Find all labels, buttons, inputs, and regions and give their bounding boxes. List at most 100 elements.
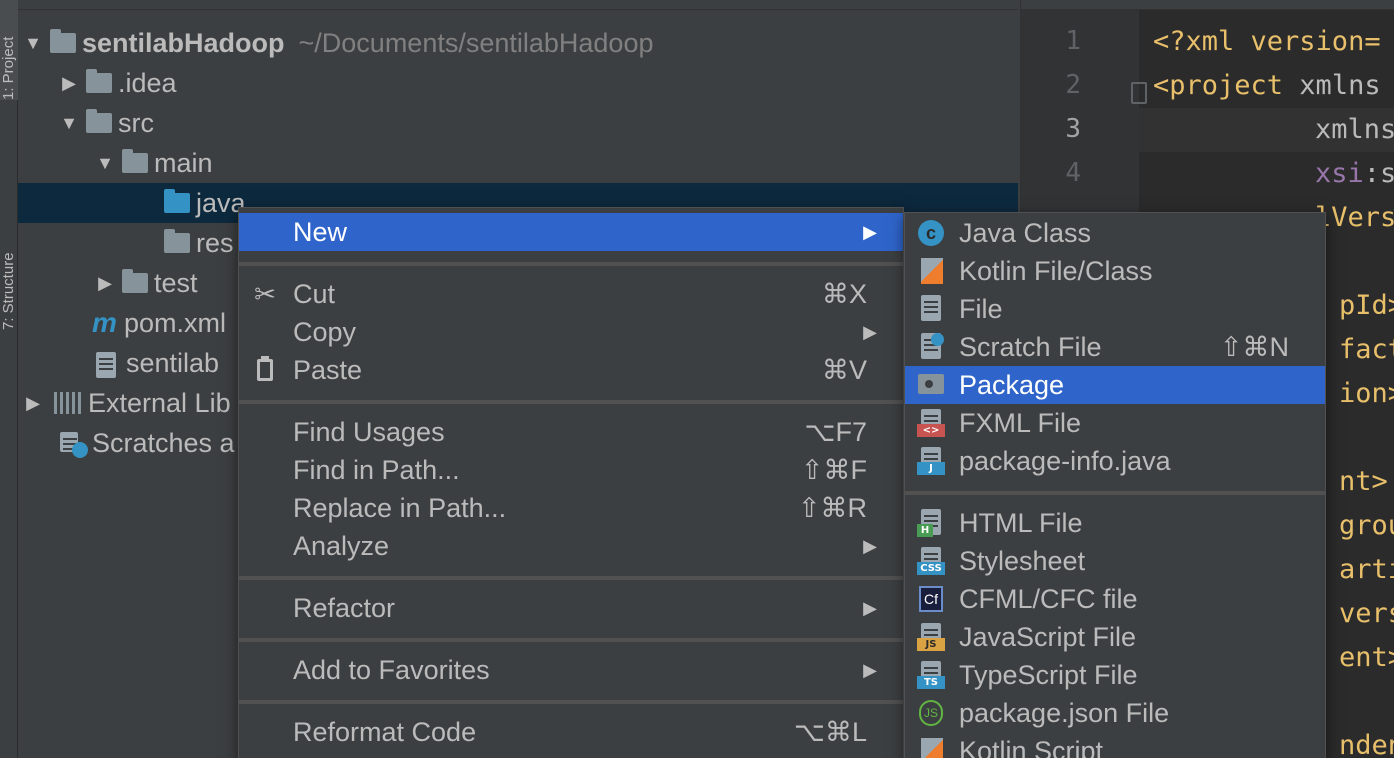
code-line: xsi:s [1315,158,1394,189]
submenu-arrow-icon: ▶ [863,535,877,556]
structure-tool-tab[interactable]: 7: Structure [0,160,18,330]
collapse-arrow-icon[interactable]: ▶ [58,73,80,94]
menu-separator [239,576,903,580]
folder-icon [122,149,148,174]
menu-item-paste[interactable]: Paste ⌘V [239,351,903,389]
submenu-item-cfml-file[interactable]: Cf CFML/CFC file [905,580,1325,618]
tree-row-src[interactable]: ▼ src [18,103,1018,143]
menu-separator [905,491,1325,495]
shortcut-label: ⌥⌘L [793,716,867,747]
fold-marker-icon[interactable] [1131,82,1147,104]
tree-row-main[interactable]: ▼ main [18,143,1018,183]
line-number: 4 [1065,158,1081,188]
folder-icon [122,269,148,294]
shortcut-label: ⇧⌘N [1219,331,1289,362]
code-line: xmlns [1315,114,1394,145]
context-menu: New ▶ ✂ Cut ⌘X Copy ▶ Paste ⌘V Find Usag… [238,207,904,758]
tree-label: .idea [118,67,177,98]
tool-window-strip: 1: Project 7: Structure [0,0,18,758]
menu-item-copy[interactable]: Copy ▶ [239,313,903,351]
code-line: <project xmlns [1153,70,1381,101]
collapse-arrow-icon[interactable]: ▶ [22,393,44,414]
code-line: ndenc [1339,730,1394,758]
resources-folder-icon [164,229,190,254]
project-path: ~/Documents/sentilabHadoop [298,27,654,58]
menu-item-find-usages[interactable]: Find Usages ⌥F7 [239,413,903,451]
submenu-arrow-icon: ▶ [863,221,877,242]
menu-item-replace-in-path[interactable]: Replace in Path... ⇧⌘R [239,489,903,527]
submenu-item-package[interactable]: Package [905,366,1325,404]
menu-item-add-to-favorites[interactable]: Add to Favorites ▶ [239,651,903,689]
code-line: group [1339,510,1394,541]
menu-item-analyze[interactable]: Analyze ▶ [239,527,903,565]
submenu-arrow-icon: ▶ [863,659,877,680]
module-file-icon [94,352,120,378]
file-icon [917,295,945,323]
project-tool-tab[interactable]: 1: Project [0,0,18,100]
collapse-arrow-icon[interactable]: ▶ [94,273,116,294]
scissors-icon: ✂ [254,279,276,309]
submenu-item-stylesheet[interactable]: CSS Stylesheet [905,542,1325,580]
code-line: versi [1339,598,1394,629]
tree-label: sentilab [126,347,220,378]
editor-tab-bar[interactable] [1021,0,1394,10]
submenu-item-html-file[interactable]: H HTML File [905,504,1325,542]
menu-item-reformat-code[interactable]: Reformat Code ⌥⌘L [239,713,903,751]
typescript-file-icon: TS [917,661,945,689]
shortcut-label: ⇧⌘R [797,492,867,523]
tree-label: src [118,107,154,138]
folder-icon [86,109,112,134]
expand-arrow-icon[interactable]: ▼ [22,33,44,54]
tree-row-project-root[interactable]: ▼ sentilabHadoop ~/Documents/sentilabHad… [18,23,1018,63]
expand-arrow-icon[interactable]: ▼ [58,113,80,134]
menu-item-new[interactable]: New ▶ [239,213,903,251]
menu-item-find-in-path[interactable]: Find in Path... ⇧⌘F [239,451,903,489]
shortcut-label: ⌘V [821,354,867,385]
submenu-item-java-class[interactable]: c Java Class [905,214,1325,252]
line-number: 1 [1065,26,1081,56]
menu-item-refactor[interactable]: Refactor ▶ [239,589,903,627]
code-line: <?xml version= [1153,26,1381,57]
code-line: artif [1339,554,1394,585]
project-panel-header [18,0,1018,10]
line-number: 2 [1065,70,1081,100]
cfml-file-icon: Cf [917,585,945,613]
expand-arrow-icon[interactable]: ▼ [94,153,116,174]
submenu-arrow-icon: ▶ [863,597,877,618]
submenu-item-package-info[interactable]: J package-info.java [905,442,1325,480]
html-file-icon: H [917,509,945,537]
submenu-item-file[interactable]: File [905,290,1325,328]
libraries-icon [54,392,82,414]
submenu-item-kotlin-script[interactable]: Kotlin Script [905,732,1325,758]
code-line: pId>c [1339,290,1394,321]
javascript-file-icon: JS [917,623,945,651]
stylesheet-icon: CSS [917,547,945,575]
submenu-item-fxml-file[interactable]: <> FXML File [905,404,1325,442]
package-json-icon: JS [917,699,945,727]
tree-label: test [154,267,198,298]
fxml-file-icon: <> [917,409,945,437]
tree-row-idea[interactable]: ▶ .idea [18,63,1018,103]
menu-separator [239,400,903,404]
tree-label: External Lib [88,387,231,418]
tree-label: Scratches a [92,427,235,458]
submenu-item-javascript-file[interactable]: JS JavaScript File [905,618,1325,656]
code-line: ent> [1339,642,1394,673]
submenu-item-kotlin-file[interactable]: Kotlin File/Class [905,252,1325,290]
submenu-item-typescript-file[interactable]: TS TypeScript File [905,656,1325,694]
package-icon [917,371,945,399]
source-folder-icon [164,189,190,214]
line-number: 3 [1065,114,1081,144]
scratches-icon [60,432,88,458]
clipboard-icon [251,356,279,384]
shortcut-label: ⇧⌘F [800,454,867,485]
new-submenu: c Java Class Kotlin File/Class File Scra… [904,212,1326,758]
package-info-icon: J [917,447,945,475]
tree-label: res [196,227,234,258]
menu-item-cut[interactable]: ✂ Cut ⌘X [239,275,903,313]
scratch-file-icon [917,333,945,361]
submenu-item-scratch-file[interactable]: Scratch File ⇧⌘N [905,328,1325,366]
tree-label: main [154,147,213,178]
shortcut-label: ⌘X [821,278,867,309]
submenu-item-package-json[interactable]: JS package.json File [905,694,1325,732]
